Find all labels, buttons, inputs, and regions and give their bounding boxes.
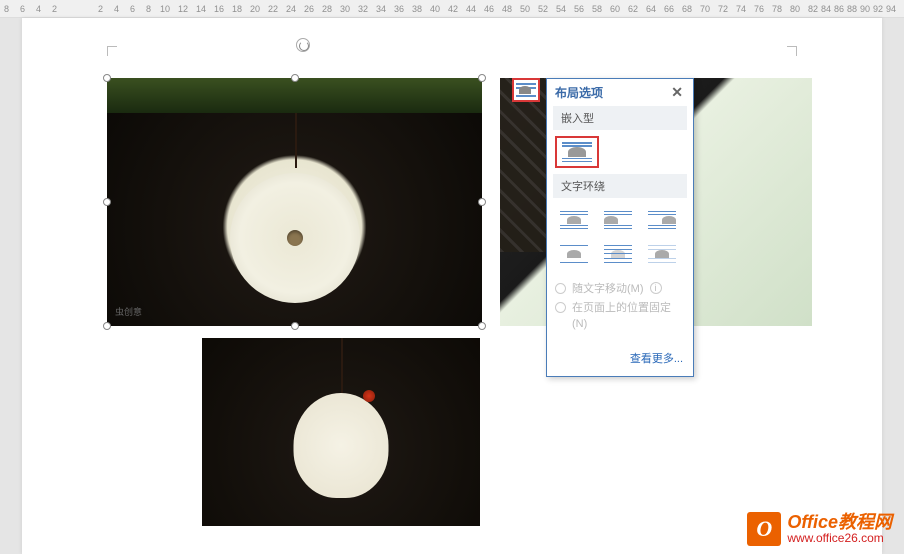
margin-guide-top-left: [107, 46, 117, 56]
popup-title: 布局选项: [555, 84, 603, 101]
info-icon[interactable]: i: [650, 282, 662, 294]
jade-buddha-photo: [202, 338, 480, 526]
inline-with-text-icon: [562, 142, 592, 162]
jade-ring-photo: 虫创意: [107, 78, 482, 326]
watermark-text: 虫创意: [115, 305, 142, 318]
margin-guide-top-right: [787, 46, 797, 56]
option-inline-with-text[interactable]: [555, 136, 599, 168]
document-page[interactable]: 虫创意 布局选项 ✕ 嵌入型: [22, 18, 882, 554]
wrap-through-icon: [648, 211, 676, 229]
radio-icon: [555, 302, 566, 313]
section-inline-label: 嵌入型: [553, 106, 687, 130]
resize-handle-bottom-left[interactable]: [103, 322, 111, 330]
resize-handle-top-right[interactable]: [478, 74, 486, 82]
layout-options-button[interactable]: [512, 78, 540, 102]
option-wrap-tight[interactable]: [599, 206, 637, 234]
radio-fix-position: 在页面上的位置固定(N): [555, 301, 685, 332]
wrap-behind-icon: [604, 245, 632, 263]
resize-handle-middle-right[interactable]: [478, 198, 486, 206]
resize-handle-top-left[interactable]: [103, 74, 111, 82]
brand-watermark: O Office教程网 www.office26.com: [747, 512, 892, 546]
brand-title: Office教程网: [787, 513, 892, 533]
wrap-front-icon: [648, 245, 676, 263]
resize-handle-bottom-middle[interactable]: [291, 322, 299, 330]
section-wrap-label: 文字环绕: [553, 174, 687, 198]
option-wrap-behind[interactable]: [599, 240, 637, 268]
wrap-tight-icon: [604, 211, 632, 229]
option-wrap-topbottom[interactable]: [555, 240, 593, 268]
see-more-link[interactable]: 查看更多...: [547, 346, 693, 376]
selected-image-1[interactable]: 虫创意: [107, 78, 482, 326]
option-wrap-through[interactable]: [643, 206, 681, 234]
layout-inline-icon: [516, 83, 536, 97]
image-2[interactable]: [202, 338, 480, 526]
wrap-square-icon: [560, 211, 588, 229]
option-wrap-front[interactable]: [643, 240, 681, 268]
resize-handle-bottom-right[interactable]: [478, 322, 486, 330]
layout-options-popup: 布局选项 ✕ 嵌入型 文字环绕 随文字移动(M): [546, 78, 694, 377]
radio-move-with-text: 随文字移动(M) i: [555, 282, 685, 297]
wrap-topbottom-icon: [560, 245, 588, 263]
option-wrap-square[interactable]: [555, 206, 593, 234]
resize-handle-middle-left[interactable]: [103, 198, 111, 206]
resize-handle-top-middle[interactable]: [291, 74, 299, 82]
close-icon[interactable]: ✕: [669, 84, 685, 101]
brand-logo-icon: O: [747, 512, 781, 546]
brand-url: www.office26.com: [787, 532, 892, 545]
radio-icon: [555, 283, 566, 294]
horizontal-ruler: 8642 24681012141618202224262830323436384…: [0, 0, 904, 18]
rotate-handle-icon[interactable]: [296, 38, 310, 52]
